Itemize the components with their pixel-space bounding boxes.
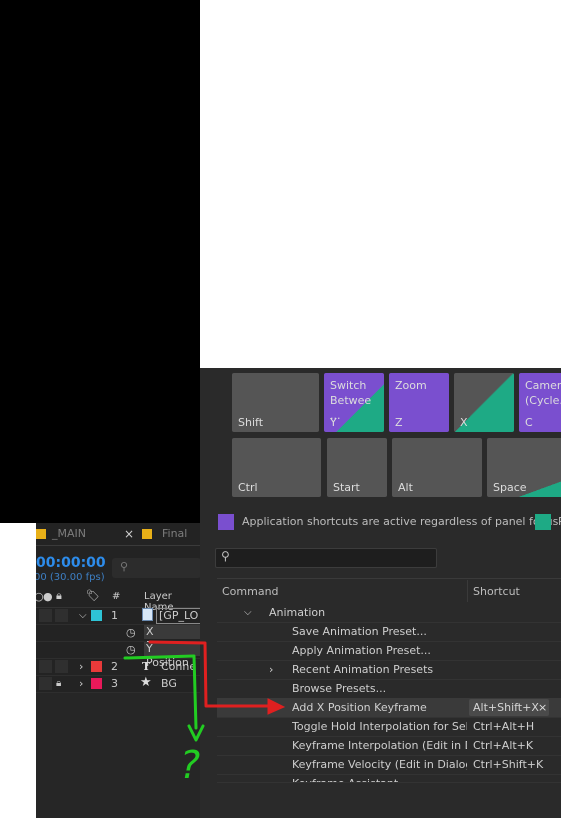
red-arrowhead [267, 698, 286, 715]
green-arrow-line [123, 654, 198, 730]
red-arrow-line [148, 640, 270, 708]
question-mark-annotation: ? [180, 743, 200, 787]
annotation-overlay: ? [123, 640, 286, 787]
